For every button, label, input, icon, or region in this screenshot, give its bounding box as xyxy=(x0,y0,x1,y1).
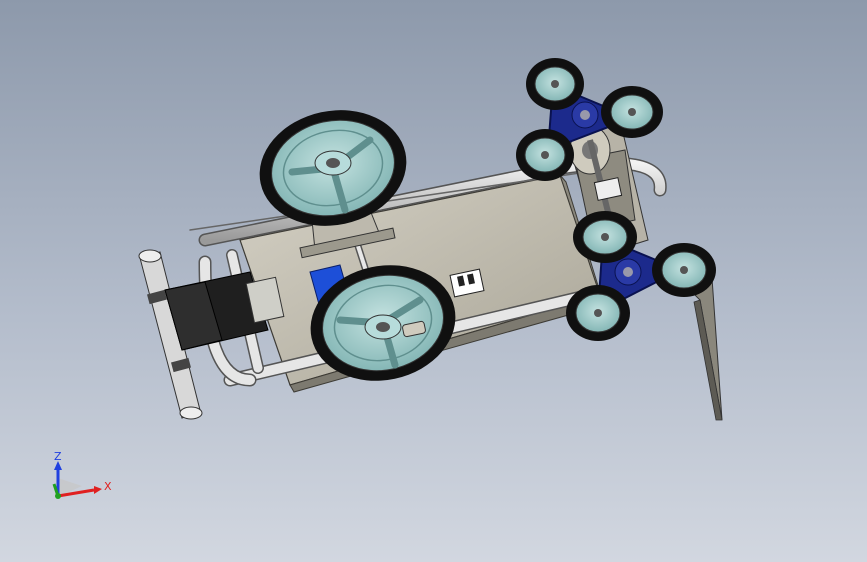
rear-plate xyxy=(684,277,723,421)
drive-motor xyxy=(164,271,285,351)
small-wheel-6 xyxy=(566,285,630,341)
small-wheel-5 xyxy=(652,243,716,297)
small-wheel-1 xyxy=(526,58,584,110)
small-wheel-2 xyxy=(601,86,663,138)
small-wheel-4 xyxy=(573,211,637,263)
graphics-viewport[interactable]: X Z xyxy=(0,0,867,562)
triad-origin xyxy=(55,493,61,499)
small-wheel-3 xyxy=(516,129,574,181)
orientation-triad: X Z xyxy=(52,450,112,499)
z-axis-label: Z xyxy=(54,450,62,463)
x-axis-label: X xyxy=(104,480,112,493)
stair-climbing-trolley-model[interactable] xyxy=(0,0,867,562)
x-axis-arrow xyxy=(94,486,102,494)
